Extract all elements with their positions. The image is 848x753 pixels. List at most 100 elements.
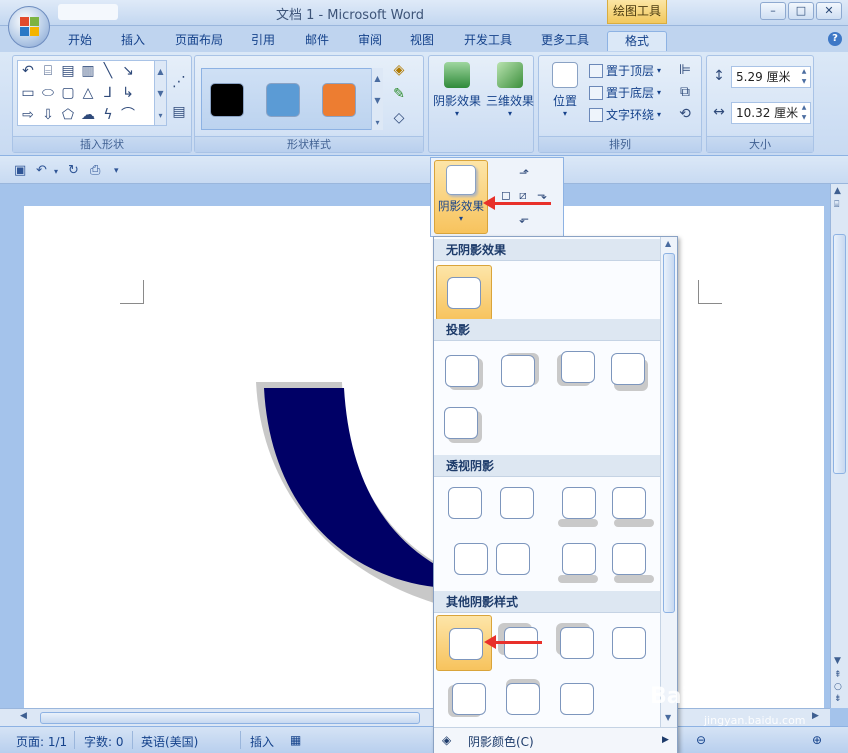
style-swatch-black[interactable] (210, 83, 244, 117)
status-word-count[interactable]: 字数: 0 (84, 733, 124, 750)
arrow-line-shape-icon[interactable]: ↘ (120, 63, 136, 79)
vertical-scrollbar[interactable]: ▲ ⌸ ▼ ⇞ ○ ⇟ (830, 184, 848, 708)
cylinder-shape-icon[interactable]: ⌸ (40, 63, 56, 79)
style-gallery-scroll[interactable]: ▲ ▼ ▾ (371, 68, 383, 130)
perspective-shadow-option[interactable] (562, 543, 596, 575)
undo-dropdown-icon[interactable]: ▾ (54, 167, 58, 176)
tab-references[interactable]: 引用 (243, 31, 283, 51)
perspective-shadow-option[interactable] (454, 543, 488, 575)
perspective-shadow-option[interactable] (562, 487, 596, 519)
other-shadow-option[interactable] (560, 683, 594, 715)
gallery-up-icon[interactable]: ▲ (155, 61, 166, 83)
send-to-back-button[interactable]: 置于底层 ▾ (589, 84, 661, 101)
next-page-icon[interactable]: ⇟ (834, 694, 842, 704)
oval-shape-icon[interactable]: ⬭ (40, 85, 56, 101)
shapes-gallery[interactable]: ↶ ⌸ ▤ ▥ ╲ ↘ ▭ ⬭ ▢ △ ⅃ ↳ ⇨ ⇩ ⬠ ☁ ϟ ⌒ ▲ ▼ … (17, 60, 167, 126)
ruler-toggle-icon[interactable]: ⌸ (834, 200, 839, 210)
perspective-shadow-option[interactable] (612, 543, 646, 575)
arc-shape-icon[interactable]: ⌒ (120, 107, 136, 123)
help-icon[interactable]: ? (828, 32, 842, 46)
scroll-left-icon[interactable]: ◀ (20, 711, 27, 721)
minimize-button[interactable]: – (760, 2, 786, 20)
other-shadow-option[interactable] (612, 627, 646, 659)
tab-home[interactable]: 开始 (60, 31, 100, 51)
outline-pen-icon[interactable]: ✎ (391, 86, 407, 102)
draw-textbox-icon[interactable]: ▤ (171, 104, 187, 120)
no-shadow-option[interactable] (436, 265, 492, 321)
rectangle-shape-icon[interactable]: ▭ (20, 85, 36, 101)
lightning-shape-icon[interactable]: ϟ (100, 107, 116, 123)
fill-bucket-icon[interactable]: ◈ (391, 62, 407, 78)
gallery-more-icon[interactable]: ▾ (155, 105, 166, 127)
tab-review[interactable]: 审阅 (350, 31, 390, 51)
close-button[interactable]: ✕ (816, 2, 842, 20)
maximize-button[interactable]: □ (788, 2, 814, 20)
style-swatch-orange[interactable] (322, 83, 356, 117)
scroll-down-icon[interactable]: ▼ (834, 656, 841, 666)
perspective-shadow-option[interactable] (448, 487, 482, 519)
drawing-tools-context-tab[interactable]: 绘图工具 (607, 0, 667, 24)
tab-format[interactable]: 格式 (607, 31, 667, 51)
nudge-down-icon[interactable]: ⬐ (519, 212, 529, 226)
tab-page-layout[interactable]: 页面布局 (168, 31, 230, 51)
menu-scroll-thumb[interactable] (663, 253, 675, 613)
perspective-shadow-option[interactable] (612, 487, 646, 519)
shape-width-input[interactable]: 10.32 厘米 ▲ ▼ (731, 102, 811, 124)
tab-developer[interactable]: 开发工具 (455, 31, 521, 51)
nudge-right-icon[interactable]: ⬎ (537, 188, 547, 202)
drop-shadow-option[interactable] (445, 355, 479, 387)
edit-shape-icon[interactable]: ⋰ (171, 74, 187, 90)
text-wrap-button[interactable]: 文字环绕 ▾ (589, 106, 661, 123)
shadow-color-menu-item[interactable]: ◈ 阴影颜色(C) ▶ (434, 727, 677, 753)
menu-scroll-up-icon[interactable]: ▲ (665, 239, 671, 248)
perspective-shadow-option[interactable] (500, 487, 534, 519)
status-insert-mode[interactable]: 插入 (250, 733, 274, 750)
cloud-shape-icon[interactable]: ☁ (80, 107, 96, 123)
style-gallery-more-icon[interactable]: ▾ (372, 112, 383, 134)
other-shadow-option[interactable] (506, 683, 540, 715)
zoom-in-icon[interactable]: ⊕ (812, 733, 822, 747)
arc-shape[interactable] (24, 206, 824, 726)
textbox-shape-icon[interactable]: ▤ (60, 63, 76, 79)
nudge-up-icon[interactable]: ⬏ (519, 166, 529, 180)
align-icon[interactable]: ⊫ (677, 62, 693, 78)
rotate-icon[interactable]: ⟲ (677, 106, 693, 122)
vertical-scroll-thumb[interactable] (833, 234, 846, 474)
shape-height-input[interactable]: 5.29 厘米 ▲ ▼ (731, 66, 811, 88)
perspective-shadow-option[interactable] (496, 543, 530, 575)
drop-shadow-option[interactable] (611, 353, 645, 385)
height-spin-arrows-icon[interactable]: ▲ ▼ (798, 67, 810, 87)
office-button[interactable] (8, 6, 50, 48)
style-gallery-up-icon[interactable]: ▲ (372, 68, 383, 90)
group-objects-icon[interactable]: ⧉ (677, 84, 693, 100)
shadow-effects-button[interactable]: 阴影效果 ▾ (431, 60, 483, 118)
bring-to-front-button[interactable]: 置于顶层 ▾ (589, 62, 661, 79)
drop-shadow-option[interactable] (561, 351, 595, 383)
prev-page-icon[interactable]: ⇞ (834, 670, 842, 680)
tab-mailings[interactable]: 邮件 (297, 31, 337, 51)
macro-record-icon[interactable]: ▦ (290, 733, 301, 747)
scroll-right-icon[interactable]: ▶ (812, 711, 819, 721)
other-shadow-option[interactable] (560, 627, 594, 659)
status-language[interactable]: 英语(美国) (141, 733, 198, 750)
nudge-left-icon[interactable]: ◻ (501, 188, 511, 202)
right-arrow-shape-icon[interactable]: ⇨ (20, 107, 36, 123)
change-shape-icon[interactable]: ◇ (391, 110, 407, 126)
scroll-up-icon[interactable]: ▲ (834, 186, 841, 196)
toggle-shadow-icon[interactable]: ⧄ (519, 188, 527, 203)
redo-icon[interactable]: ↻ (68, 163, 79, 178)
style-gallery-down-icon[interactable]: ▼ (372, 90, 383, 112)
style-swatch-blue[interactable] (266, 83, 300, 117)
other-shadow-option[interactable] (452, 683, 486, 715)
width-spin-arrows-icon[interactable]: ▲ ▼ (798, 103, 810, 123)
curve-arrow-shape-icon[interactable]: ↶ (20, 63, 36, 79)
line-shape-icon[interactable]: ╲ (100, 63, 116, 79)
shadow-effects-flyout-button[interactable]: 阴影效果 ▾ (434, 160, 488, 234)
zoom-out-icon[interactable]: ⊖ (696, 733, 706, 747)
document-page[interactable] (24, 206, 824, 726)
drop-shadow-option[interactable] (501, 355, 535, 387)
browse-object-icon[interactable]: ○ (834, 682, 842, 692)
triangle-shape-icon[interactable]: △ (80, 85, 96, 101)
save-icon[interactable]: ▣ (14, 163, 26, 178)
menu-scrollbar[interactable]: ▲ ▼ (660, 237, 677, 727)
